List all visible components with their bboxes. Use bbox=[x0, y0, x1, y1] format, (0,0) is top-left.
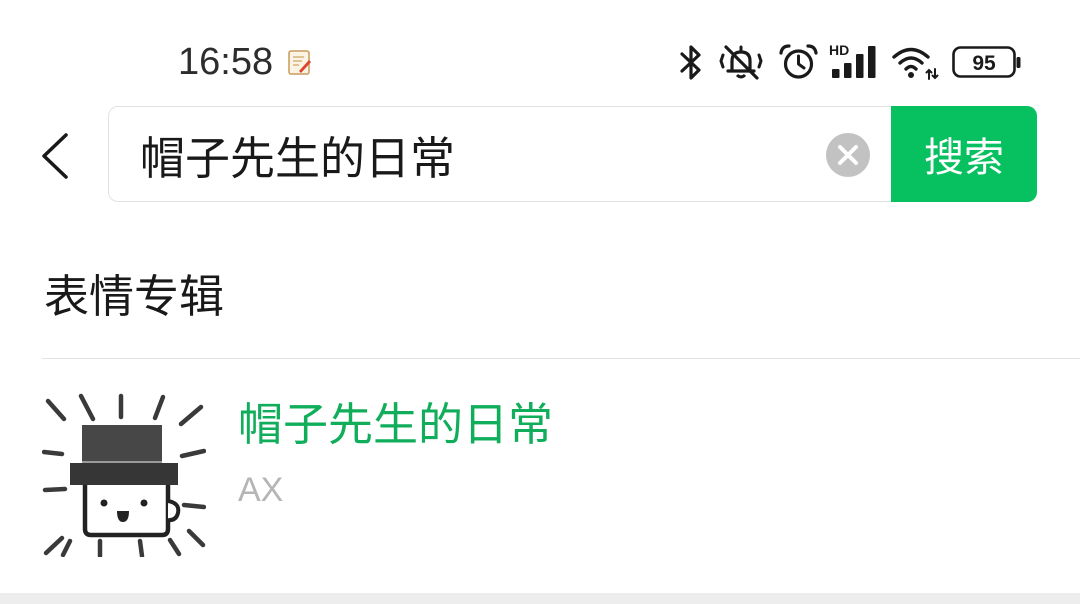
top-hat-character-sticker bbox=[42, 393, 206, 557]
alarm-icon bbox=[778, 43, 819, 81]
search-button[interactable]: 搜索 bbox=[891, 106, 1037, 202]
list-item[interactable]: 帽子先生的日常 AX bbox=[0, 359, 1080, 593]
clear-icon bbox=[826, 133, 870, 177]
search-box: 搜索 bbox=[108, 106, 1037, 202]
sticker-thumbnail bbox=[42, 393, 206, 557]
chevron-left-icon bbox=[42, 133, 68, 179]
search-input[interactable] bbox=[140, 107, 810, 201]
section-title: 表情专辑 bbox=[44, 271, 225, 322]
battery-level-text: 95 bbox=[972, 52, 996, 75]
signal-label: HD bbox=[829, 42, 849, 58]
top-hat bbox=[70, 425, 178, 485]
bottom-band bbox=[0, 593, 1080, 604]
notepad-icon bbox=[287, 49, 313, 76]
screen: 16:58 HD 95 帽子先生的日常 搜索 表情专辑 帽子先生的日常 AX bbox=[0, 0, 1080, 604]
back-button[interactable] bbox=[36, 130, 72, 180]
face bbox=[82, 485, 181, 538]
status-bar: 16:58 HD 95 bbox=[0, 0, 1080, 100]
battery-icon: 95 bbox=[952, 46, 1022, 79]
clear-button[interactable] bbox=[826, 133, 870, 177]
bluetooth-icon bbox=[677, 44, 705, 81]
mute-icon bbox=[717, 43, 765, 81]
wifi-icon bbox=[891, 45, 939, 81]
sticker-author: AX bbox=[238, 471, 284, 509]
status-time: 16:58 bbox=[178, 41, 274, 83]
sticker-album-title: 帽子先生的日常 bbox=[238, 399, 554, 450]
signal-icon: HD bbox=[828, 42, 880, 80]
